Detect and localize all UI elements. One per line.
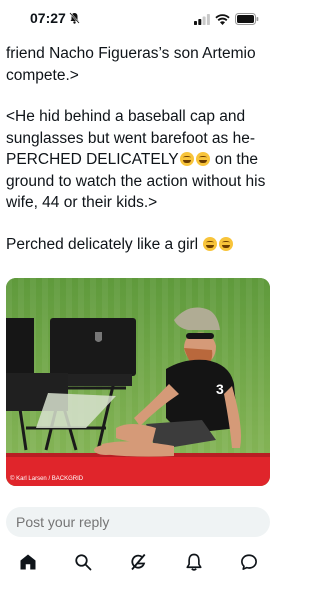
photo-illustration: 3 <box>6 278 270 486</box>
status-bar: 07:27 <box>0 0 277 38</box>
status-time: 07:27 <box>30 10 66 26</box>
bell-slash-icon <box>69 12 80 24</box>
post-line-1: friend Nacho Figueras’s son Artemio comp… <box>6 45 256 84</box>
tab-messages[interactable] <box>234 548 264 576</box>
post-text: friend Nacho Figueras’s son Artemio comp… <box>6 43 272 255</box>
notifications-icon <box>186 553 202 571</box>
post-comment: Perched delicately like a girl <box>6 234 272 256</box>
post-quote: <He hid behind a baseball cap and sungla… <box>6 106 272 214</box>
wifi-icon <box>215 13 230 25</box>
tab-grok[interactable] <box>123 548 153 576</box>
rofl-emoji-icon <box>203 236 218 251</box>
post-photo[interactable]: 3 © Karl Larsen / BACKGRID <box>6 278 270 486</box>
photo-credit: © Karl Larsen / BACKGRID <box>10 476 84 482</box>
tab-search[interactable] <box>68 548 98 576</box>
home-icon <box>20 554 36 570</box>
signal-icon <box>194 13 210 25</box>
reply-box[interactable] <box>6 507 270 537</box>
grok-icon <box>131 553 146 571</box>
bottom-tab-bar <box>0 547 277 577</box>
rofl-emoji-icon <box>179 152 194 166</box>
status-indicators <box>194 13 259 25</box>
tab-home[interactable] <box>13 548 43 576</box>
reply-input[interactable] <box>6 507 256 537</box>
laughing-emoji-icon <box>195 152 210 166</box>
tab-notifications[interactable] <box>179 548 209 576</box>
shirt-number: 3 <box>216 381 224 397</box>
search-icon <box>75 554 92 571</box>
messages-icon <box>241 554 258 570</box>
laughing-emoji-icon <box>219 236 234 251</box>
post-comment-text: Perched delicately like a girl <box>6 235 199 253</box>
battery-icon <box>235 13 259 25</box>
